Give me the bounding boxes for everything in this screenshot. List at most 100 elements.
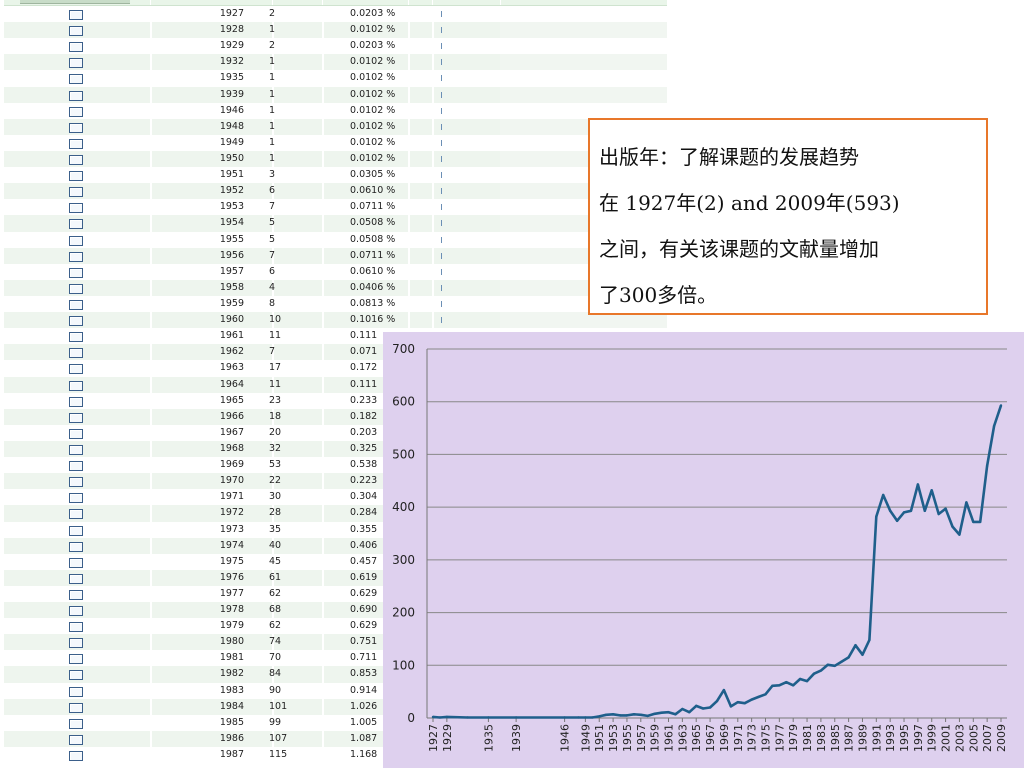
row-checkbox[interactable] [69, 299, 83, 310]
year-cell: 1986 [219, 732, 244, 744]
column-separator [150, 150, 152, 168]
year-cell: 1970 [219, 475, 244, 487]
year-cell: 1958 [219, 281, 244, 293]
row-checkbox[interactable] [69, 171, 83, 182]
row-checkbox[interactable] [69, 589, 83, 600]
row-checkbox[interactable] [69, 606, 83, 617]
percent-cell: 0.0711 % [350, 249, 396, 261]
row-checkbox[interactable] [69, 203, 83, 214]
row-checkbox[interactable] [69, 364, 83, 375]
row-checkbox[interactable] [69, 396, 83, 407]
column-separator [322, 440, 324, 458]
row-checkbox[interactable] [69, 138, 83, 149]
row-checkbox[interactable] [69, 541, 83, 552]
row-checkbox[interactable] [69, 412, 83, 423]
row-checkbox[interactable] [69, 686, 83, 697]
row-checkbox[interactable] [69, 622, 83, 633]
percent-bar [441, 123, 442, 130]
year-cell: 1956 [219, 249, 244, 261]
year-cell: 1953 [219, 201, 244, 213]
row-checkbox[interactable] [69, 702, 83, 713]
data-point [944, 507, 947, 510]
row-checkbox[interactable] [69, 461, 83, 472]
row-checkbox[interactable] [69, 90, 83, 101]
row-checkbox[interactable] [69, 154, 83, 165]
column-separator [432, 6, 434, 23]
row-checkbox[interactable] [69, 267, 83, 278]
count-cell: 2 [269, 8, 276, 19]
table-row: 1958 4 0.0406 % [4, 279, 667, 296]
row-checkbox[interactable] [69, 235, 83, 246]
row-checkbox[interactable] [69, 106, 83, 117]
row-checkbox[interactable] [69, 219, 83, 230]
count-cell: 70 [269, 652, 282, 664]
year-cell: 1966 [219, 410, 244, 422]
column-separator [322, 376, 324, 393]
row-checkbox[interactable] [69, 42, 83, 53]
year-cell: 1948 [219, 120, 244, 132]
x-tick-label: 1983 [815, 724, 828, 752]
column-separator [150, 489, 152, 506]
column-separator [150, 167, 152, 184]
count-cell: 6 [269, 185, 276, 197]
x-tick-label: 1961 [663, 724, 676, 752]
year-cell: 1949 [219, 136, 244, 148]
data-point [708, 706, 712, 709]
table-row: 1955 5 0.0508 % [4, 231, 667, 248]
row-checkbox[interactable] [69, 58, 83, 69]
row-checkbox[interactable] [69, 525, 83, 536]
row-checkbox[interactable] [69, 74, 83, 85]
column-separator [322, 714, 324, 731]
column-separator [322, 666, 324, 683]
row-checkbox[interactable] [69, 316, 83, 327]
count-cell: 11 [269, 378, 282, 390]
row-checkbox[interactable] [69, 638, 83, 649]
row-checkbox[interactable] [69, 348, 83, 359]
row-checkbox[interactable] [69, 734, 83, 745]
row-checkbox[interactable] [69, 477, 83, 488]
row-checkbox[interactable] [69, 670, 83, 681]
row-checkbox[interactable] [69, 654, 83, 665]
count-cell: 7 [269, 201, 276, 213]
data-point [722, 688, 726, 692]
row-checkbox[interactable] [69, 751, 83, 762]
column-separator [432, 279, 434, 296]
table-row: 1953 7 0.0711 % [4, 199, 667, 216]
count-cell: 115 [269, 749, 288, 761]
count-cell: 22 [269, 475, 282, 487]
row-checkbox[interactable] [69, 283, 83, 294]
column-separator [150, 86, 152, 103]
data-point [771, 684, 774, 688]
year-cell: 1983 [219, 684, 244, 696]
row-checkbox[interactable] [69, 26, 83, 37]
row-checkbox[interactable] [69, 10, 83, 20]
row-checkbox[interactable] [69, 557, 83, 568]
year-cell: 1973 [219, 523, 244, 535]
row-checkbox[interactable] [69, 380, 83, 391]
row-checkbox[interactable] [69, 428, 83, 439]
row-checkbox[interactable] [69, 251, 83, 262]
data-point [923, 509, 927, 513]
row-checkbox[interactable] [69, 718, 83, 729]
row-checkbox[interactable] [69, 187, 83, 198]
column-separator [150, 247, 152, 264]
row-checkbox[interactable] [69, 444, 83, 455]
column-separator [432, 118, 434, 135]
table-row: 1951 3 0.0305 % [4, 167, 667, 184]
row-checkbox[interactable] [69, 573, 83, 584]
row-checkbox[interactable] [69, 509, 83, 520]
column-separator [322, 22, 324, 39]
row-checkbox[interactable] [69, 332, 83, 343]
row-checkbox[interactable] [69, 493, 83, 504]
year-cell: 1962 [219, 346, 244, 358]
column-separator [432, 86, 434, 103]
data-point [798, 677, 802, 681]
column-separator [150, 118, 152, 135]
column-separator [150, 698, 152, 715]
data-point [431, 715, 435, 719]
column-separator [150, 730, 152, 748]
row-checkbox[interactable] [69, 122, 83, 133]
column-separator [150, 585, 152, 603]
data-point [701, 707, 705, 710]
count-cell: 6 [269, 265, 276, 277]
